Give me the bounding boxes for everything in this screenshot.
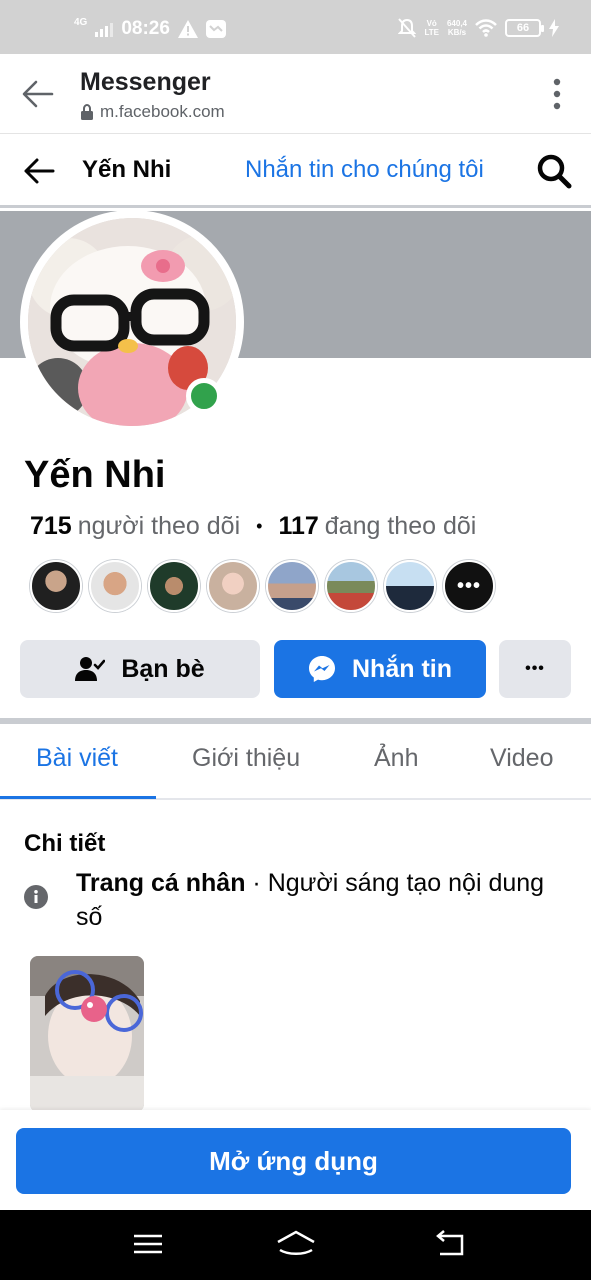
browser-title: Messenger (80, 68, 211, 96)
stats-separator: • (256, 516, 263, 536)
signal-icon (95, 23, 114, 37)
followers-label[interactable]: người theo dõi (78, 512, 240, 541)
friends-button-label: Bạn bè (121, 654, 205, 683)
active-tab-indicator (0, 796, 156, 799)
friends-button[interactable]: Bạn bè (20, 640, 260, 698)
followers-count[interactable]: 715 (30, 512, 72, 541)
open-app-bar: Mở ứng dụng (0, 1110, 591, 1210)
messenger-icon (309, 656, 335, 682)
tab-videos[interactable]: Video (490, 744, 554, 773)
browser-url[interactable]: m.facebook.com (80, 102, 225, 122)
friend-avatar[interactable] (325, 560, 377, 612)
network-speed: 640,4 KB/s (446, 19, 467, 37)
friend-avatar[interactable] (207, 560, 259, 612)
following-count[interactable]: 117 (278, 512, 318, 541)
profile-name: Yến Nhi (24, 454, 166, 496)
message-icon (205, 20, 226, 38)
overflow-menu-icon[interactable] (553, 78, 561, 110)
friend-check-icon (75, 657, 106, 681)
online-status-indicator (186, 378, 222, 414)
message-button-label: Nhắn tin (352, 654, 452, 683)
info-icon (24, 885, 48, 909)
details-heading: Chi tiết (24, 830, 106, 857)
post-thumbnail[interactable] (30, 956, 144, 1112)
page-header: Yến Nhi Nhắn tin cho chúng tôi (0, 134, 591, 208)
back-arrow-icon[interactable] (20, 76, 56, 112)
profile-tabs: Bài viết Giới thiệu Ảnh Video (0, 724, 591, 800)
back-nav-icon[interactable] (432, 1228, 468, 1260)
following-label[interactable]: đang theo dõi (325, 512, 477, 541)
friend-avatar[interactable] (384, 560, 436, 612)
tab-about[interactable]: Giới thiệu (192, 744, 300, 773)
clock: 08:26 (121, 18, 170, 39)
friend-avatar[interactable] (89, 560, 141, 612)
lock-icon (81, 104, 93, 120)
search-icon[interactable] (535, 152, 573, 190)
battery-indicator: 66 (505, 19, 544, 37)
header-profile-name: Yến Nhi (82, 156, 172, 183)
message-button[interactable]: Nhắn tin (274, 640, 486, 698)
url-text: m.facebook.com (100, 102, 225, 121)
friend-avatar[interactable] (30, 560, 82, 612)
friends-avatars: ••• (30, 560, 495, 612)
more-friends-button[interactable]: ••• (443, 560, 495, 612)
browser-bar: Messenger m.facebook.com (0, 54, 591, 134)
profile-category: Trang cá nhân · Người sáng tạo nội dung … (76, 866, 566, 934)
thumbnail-image (30, 956, 144, 1112)
ellipsis-icon: ••• (525, 660, 545, 677)
message-us-link[interactable]: Nhắn tin cho chúng tôi (245, 156, 484, 184)
friend-avatar[interactable] (148, 560, 200, 612)
system-nav-bar (0, 1210, 591, 1280)
tab-posts[interactable]: Bài viết (36, 744, 118, 773)
more-options-button[interactable]: ••• (499, 640, 571, 698)
back-arrow-icon[interactable] (22, 154, 56, 188)
status-bar: 4G 08:26 Vỏ LTE 640,4 KB/s 66 (0, 0, 591, 54)
follow-stats: 715 người theo dõi • 117 đang theo dõi (30, 512, 476, 541)
menu-icon[interactable] (130, 1228, 166, 1260)
alert-icon (177, 20, 198, 38)
category-type: Trang cá nhân (76, 869, 246, 897)
wifi-icon (475, 19, 497, 37)
volte-indicator: Vỏ LTE (424, 19, 439, 37)
network-type: 4G (74, 17, 88, 28)
open-app-button[interactable]: Mở ứng dụng (16, 1128, 571, 1194)
tab-photos[interactable]: Ảnh (374, 744, 418, 773)
friend-avatar[interactable] (266, 560, 318, 612)
home-icon[interactable] (276, 1228, 316, 1260)
charging-icon (549, 19, 559, 37)
mute-icon (398, 18, 417, 38)
ellipsis-icon: ••• (456, 574, 481, 597)
